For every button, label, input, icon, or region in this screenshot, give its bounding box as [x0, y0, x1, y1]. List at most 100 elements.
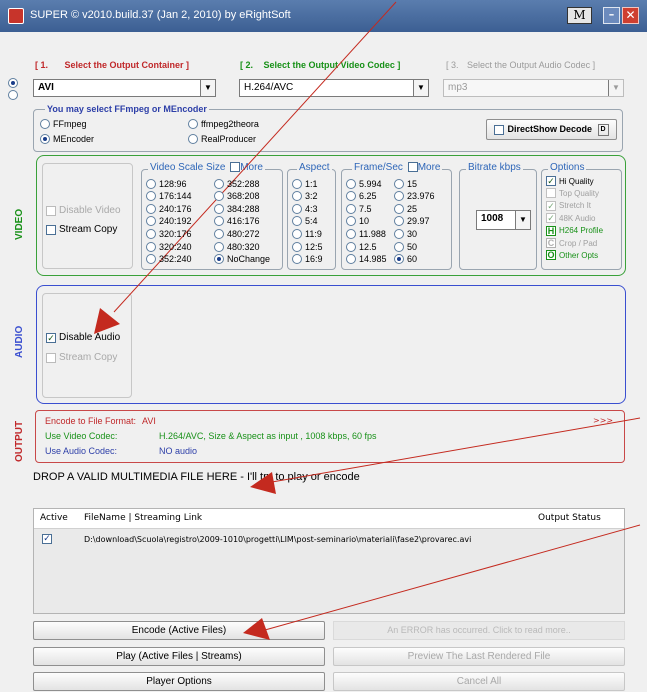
scale-option-480x272[interactable]: 480:272: [214, 228, 260, 240]
radio-icon: [346, 254, 356, 265]
radio-icon: [214, 229, 224, 240]
scale-option-320x240-label: 320:240: [159, 241, 192, 252]
radio-icon: [214, 191, 224, 202]
fps-option-50-label: 50: [407, 241, 418, 252]
radio-icon: [346, 229, 356, 240]
fps-option-15[interactable]: 15: [394, 178, 417, 189]
scale-option-368x208[interactable]: 368:208: [214, 191, 260, 202]
option-label: Other Opts: [559, 250, 599, 260]
super-window: SUPER © v2010.build.37 (Jan 2, 2010) by …: [0, 0, 647, 692]
fps-option-30[interactable]: 30: [394, 228, 417, 240]
radio-icon: [346, 203, 356, 214]
fps-option-5.994-label: 5.994: [359, 178, 382, 189]
fps-option-10-label: 10: [359, 216, 370, 227]
aspect-option-3x2-label: 3:2: [305, 191, 318, 202]
option-48k-audio[interactable]: ✓ 48K Audio: [546, 213, 596, 224]
radio-icon: [292, 254, 302, 265]
aspect-option-11x9[interactable]: 11:9: [292, 228, 322, 240]
radio-icon: [146, 178, 156, 189]
fps-option-25[interactable]: 25: [394, 203, 417, 214]
radio-icon: [214, 254, 224, 265]
fps-option-29.97[interactable]: 29.97: [394, 216, 430, 227]
option-other-opts[interactable]: O Other Opts: [546, 250, 599, 261]
scale-option-240x192[interactable]: 240:192: [146, 216, 192, 227]
arrowhead-icon: [250, 472, 276, 494]
aspect-option-5x4[interactable]: 5:4: [292, 216, 318, 227]
checkbox-icon: ✓: [546, 176, 556, 186]
fps-option-10[interactable]: 10: [346, 216, 369, 227]
fps-option-23.976[interactable]: 23.976: [394, 191, 435, 202]
option-label: Crop / Pad: [559, 238, 598, 248]
radio-icon: [346, 191, 356, 202]
annotation-arrows: [94, 1, 641, 640]
fps-option-11.988[interactable]: 11.988: [346, 228, 386, 240]
scale-option-240x192-label: 240:192: [159, 216, 192, 227]
scale-option-352x288[interactable]: 352:288: [214, 178, 260, 189]
aspect-option-16x9-label: 16:9: [305, 254, 323, 265]
scale-option-368x208-label: 368:208: [227, 191, 260, 202]
arrowhead-icon: [243, 618, 270, 640]
option-hi-quality[interactable]: ✓ Hi Quality: [546, 176, 594, 186]
scale-option-320x176[interactable]: 320:176: [146, 228, 192, 240]
aspect-option-1x1-label: 1:1: [305, 178, 318, 189]
arrow-to-disable-audio: [113, 1, 397, 313]
fps-option-11.988-label: 11.988: [359, 229, 386, 240]
checkbox-icon: [546, 188, 556, 199]
checkbox-icon: ✓: [546, 200, 556, 211]
radio-icon: [146, 254, 156, 265]
radio-icon: [146, 191, 156, 202]
radio-icon: [394, 229, 404, 240]
option-h264-profile[interactable]: H H264 Profile: [546, 225, 604, 236]
checkbox-icon: ✓: [546, 213, 556, 224]
option-box-icon: H: [546, 225, 556, 236]
fps-option-7.5[interactable]: 7.5: [346, 203, 372, 214]
scale-option-240x176-label: 240:176: [159, 203, 192, 214]
aspect-option-11x9-label: 11:9: [305, 229, 322, 240]
radio-icon: [394, 203, 404, 214]
fps-option-50[interactable]: 50: [394, 241, 417, 252]
scale-option-240x176[interactable]: 240:176: [146, 203, 192, 214]
scale-option-480x320[interactable]: 480:320: [214, 241, 260, 252]
aspect-option-5x4-label: 5:4: [305, 216, 318, 227]
radio-icon: [394, 178, 404, 189]
radio-icon: [292, 229, 302, 240]
aspect-option-4x3[interactable]: 4:3: [292, 203, 318, 214]
scale-option-128x96[interactable]: 128:96: [146, 178, 187, 189]
option-crop-pad[interactable]: C Crop / Pad: [546, 238, 597, 248]
fps-option-60[interactable]: 60: [394, 254, 417, 265]
radio-icon: [292, 178, 302, 189]
aspect-option-12x5-label: 12:5: [305, 241, 323, 252]
option-box-icon: O: [546, 250, 556, 261]
scale-option-416x176[interactable]: 416:176: [214, 216, 260, 227]
option-label: H264 Profile: [559, 226, 604, 236]
radio-icon: [394, 241, 404, 252]
aspect-option-16x9[interactable]: 16:9: [292, 254, 323, 265]
scale-option-320x240[interactable]: 320:240: [146, 241, 192, 252]
fps-option-14.985[interactable]: 14.985: [346, 254, 387, 265]
radio-icon: [394, 216, 404, 227]
option-label: Stretch It: [559, 201, 592, 211]
fps-option-23.976-label: 23.976: [407, 191, 435, 202]
fps-option-6.25[interactable]: 6.25: [346, 191, 377, 202]
option-stretch-it[interactable]: ✓ Stretch It: [546, 200, 592, 211]
scale-option-128x96-label: 128:96: [159, 178, 187, 189]
scale-option-384x288-label: 384:288: [227, 203, 260, 214]
scale-option-176x144[interactable]: 176:144: [146, 191, 192, 202]
option-label: 48K Audio: [559, 213, 596, 223]
option-label: Top Quality: [559, 188, 600, 198]
fps-option-25-label: 25: [407, 203, 418, 214]
fps-option-12.5[interactable]: 12.5: [346, 241, 377, 252]
fps-option-5.994[interactable]: 5.994: [346, 178, 382, 189]
aspect-option-12x5[interactable]: 12:5: [292, 241, 323, 252]
scale-option-384x288[interactable]: 384:288: [214, 203, 260, 214]
scale-option-352x240[interactable]: 352:240: [146, 254, 192, 265]
option-top-quality[interactable]: Top Quality: [546, 188, 600, 199]
scale-option-352x240-label: 352:240: [159, 254, 192, 265]
scale-option-NoChange[interactable]: NoChange: [214, 254, 270, 265]
aspect-option-3x2[interactable]: 3:2: [292, 191, 318, 202]
radio-icon: [394, 254, 404, 265]
aspect-option-1x1[interactable]: 1:1: [292, 178, 318, 189]
radio-icon: [292, 203, 302, 214]
radio-icon: [346, 216, 356, 227]
arrow-to-drop-zone: [271, 417, 641, 483]
